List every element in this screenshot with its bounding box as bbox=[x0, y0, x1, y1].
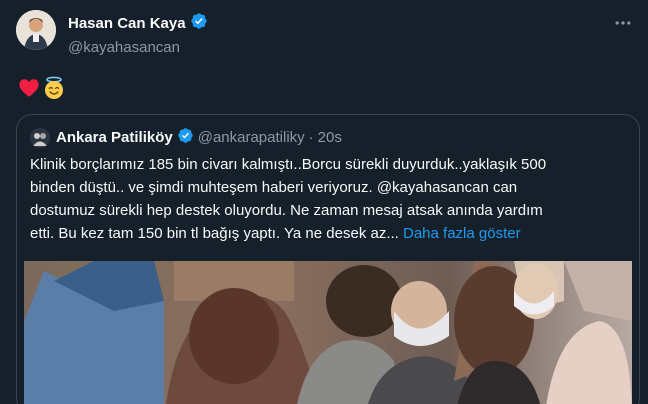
handle[interactable]: @kayahasancan bbox=[68, 39, 208, 56]
quoted-display-name[interactable]: Ankara Patiliköy bbox=[56, 129, 173, 146]
quoted-handle[interactable]: @ankarapatiliky bbox=[198, 129, 305, 146]
red-heart-icon bbox=[18, 77, 40, 104]
quoted-tweet[interactable]: Ankara Patiliköy @ankarapatiliky · 20s K… bbox=[16, 114, 640, 404]
tweet-header: Hasan Can Kaya @kayahasancan bbox=[16, 10, 208, 56]
show-more-link[interactable]: Daha fazla göster bbox=[403, 225, 521, 242]
quoted-tweet-header: Ankara Patiliköy @ankarapatiliky · 20s bbox=[30, 127, 342, 148]
quoted-timestamp[interactable]: 20s bbox=[318, 129, 342, 146]
avatar[interactable] bbox=[16, 10, 56, 50]
verified-badge-icon bbox=[186, 12, 208, 35]
quoted-text-line: etti. Bu kez tam 150 bin tl bağış yaptı.… bbox=[30, 225, 399, 242]
tweet: Hasan Can Kaya @kayahasancan Ankara Pati… bbox=[0, 0, 648, 404]
quoted-avatar[interactable] bbox=[30, 127, 50, 148]
verified-badge-icon bbox=[173, 127, 194, 148]
more-horizontal-icon bbox=[613, 13, 633, 38]
quoted-media-image[interactable] bbox=[24, 261, 632, 404]
display-name[interactable]: Hasan Can Kaya bbox=[68, 15, 186, 32]
quoted-text-line: Klinik borçlarımız 185 bin civarı kalmış… bbox=[30, 156, 547, 173]
quoted-text-line: dostumuz sürekli hep destek oluyordu. Ne… bbox=[30, 202, 543, 219]
quoted-tweet-text: Klinik borçlarımız 185 bin civarı kalmış… bbox=[30, 153, 630, 245]
tweet-text bbox=[18, 76, 66, 105]
separator-dot: · bbox=[308, 129, 314, 146]
smiling-face-with-halo-icon bbox=[42, 76, 66, 105]
more-options-button[interactable] bbox=[606, 8, 640, 42]
quoted-text-line: binden düştü.. ve şimdi muhteşem haberi … bbox=[30, 179, 518, 196]
